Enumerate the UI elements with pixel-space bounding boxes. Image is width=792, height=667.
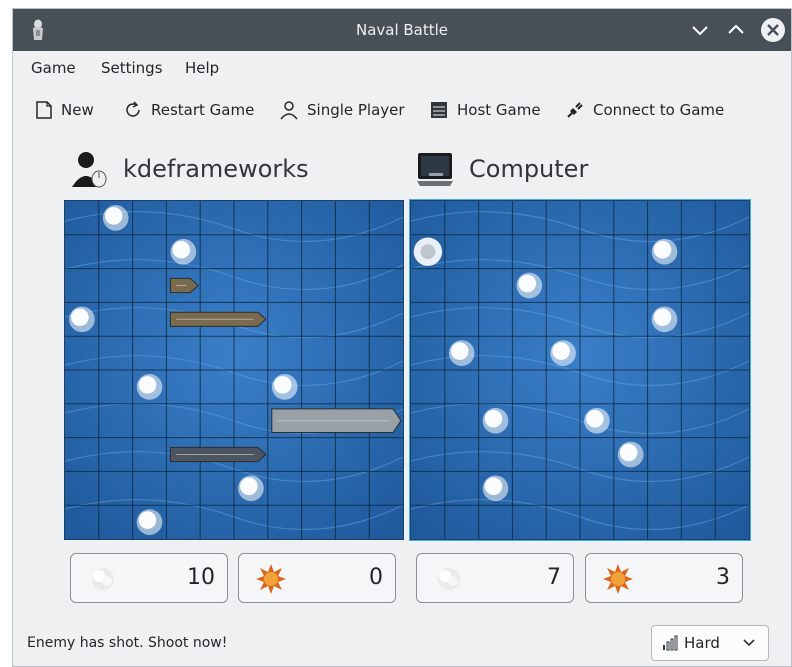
left-miss-count: 10 — [187, 565, 215, 590]
miss-splash — [482, 475, 509, 502]
miss-splash — [136, 509, 163, 535]
player-board — [64, 200, 404, 540]
right-hit-counter: 3 — [585, 553, 743, 603]
server-icon — [431, 102, 447, 118]
minimize-icon[interactable] — [689, 19, 711, 41]
connect-to-game-button[interactable]: Connect to Game — [565, 95, 724, 125]
miss-splash — [448, 340, 475, 366]
enemy-board[interactable] — [410, 200, 750, 540]
new-button[interactable]: New — [35, 95, 94, 125]
left-miss-counter: 10 — [70, 553, 228, 603]
menu-settings[interactable]: Settings — [101, 59, 163, 77]
miss-splash — [550, 340, 576, 366]
maximize-icon[interactable] — [725, 19, 747, 41]
document-new-icon — [36, 101, 52, 119]
right-miss-count: 7 — [547, 565, 561, 590]
miss-splash — [516, 272, 543, 299]
difficulty-bars-icon — [663, 635, 678, 651]
chevron-down-icon — [743, 639, 755, 647]
explosion-icon — [256, 564, 286, 594]
miss-splash — [69, 306, 95, 333]
single-player-label: Single Player — [307, 101, 405, 119]
right-hit-count: 3 — [716, 565, 730, 590]
miss-splash — [584, 407, 610, 434]
restart-label: Restart Game — [151, 101, 255, 119]
explosion-icon — [603, 564, 633, 594]
new-label: New — [61, 101, 94, 119]
single-player-button[interactable]: Single Player — [279, 95, 405, 125]
menu-bar: Game Settings Help — [13, 53, 791, 81]
miss-splash — [271, 374, 298, 400]
miss-splash — [651, 238, 678, 265]
ship-wrecked — [169, 446, 267, 463]
user-avatar-icon — [72, 152, 107, 188]
player-left-header: kdeframeworks — [69, 147, 309, 191]
left-hit-count: 0 — [369, 565, 383, 590]
miss-splash — [170, 238, 197, 265]
host-game-button[interactable]: Host Game — [429, 95, 541, 125]
toolbar: New Restart Game Single Player Host Game… — [13, 95, 791, 129]
miss-splash — [651, 306, 678, 333]
close-icon[interactable] — [761, 18, 785, 42]
splash-icon — [92, 568, 114, 590]
plug-icon — [567, 102, 583, 118]
left-hit-counter: 0 — [238, 553, 396, 603]
miss-splash — [102, 205, 129, 231]
miss-splash — [482, 407, 509, 434]
difficulty-label: Hard — [684, 634, 720, 652]
ship-destroyer — [169, 311, 267, 327]
player-right-header: Computer — [415, 147, 588, 191]
player-right-name: Computer — [469, 155, 589, 183]
window-title: Naval Battle — [355, 21, 449, 39]
app-window: Naval Battle Game Settings Help New Rest… — [12, 8, 792, 667]
player-board-grid — [65, 201, 403, 539]
menu-help[interactable]: Help — [185, 59, 219, 77]
computer-icon — [417, 153, 453, 186]
connect-to-game-label: Connect to Game — [593, 101, 725, 119]
restart-icon — [126, 101, 140, 117]
hit-marker — [413, 237, 443, 266]
right-miss-counter: 7 — [416, 553, 574, 603]
status-message: Enemy has shot. Shoot now! — [27, 635, 228, 651]
miss-splash — [238, 475, 264, 502]
miss-splash — [617, 441, 644, 468]
miss-splash — [136, 374, 163, 400]
title-bar[interactable]: Naval Battle — [13, 9, 791, 51]
splash-icon — [438, 568, 460, 590]
enemy-board-grid[interactable] — [411, 201, 749, 539]
host-game-label: Host Game — [457, 101, 541, 119]
player-left-name: kdeframeworks — [123, 155, 309, 183]
user-icon — [280, 101, 298, 120]
ship-carrier — [271, 408, 402, 434]
difficulty-select[interactable]: Hard — [651, 625, 769, 661]
menu-game[interactable]: Game — [31, 59, 76, 77]
restart-game-button[interactable]: Restart Game — [123, 95, 254, 125]
